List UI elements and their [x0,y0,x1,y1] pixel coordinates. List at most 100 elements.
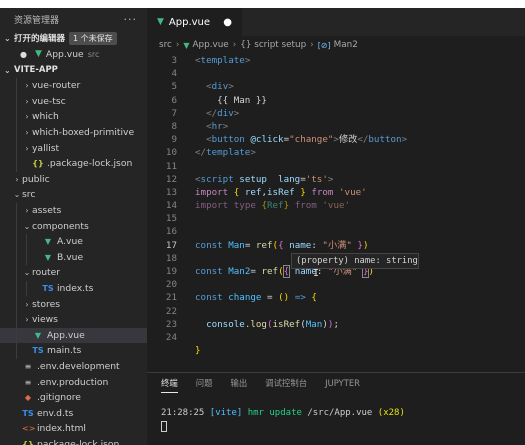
explorer-header: 资源管理器 ··· [0,8,147,30]
indent-guide [16,311,17,328]
tree-item[interactable]: › which-boxed-primitive [0,124,147,141]
terminal-message: hmr update [247,408,302,418]
indent-guide [16,78,17,94]
indent-guide [16,93,17,110]
indent-guide [16,343,17,359]
code-line: <button @click="change">修改</button> [206,134,408,146]
code-lines[interactable]: <template> <div> {{ Man }} </div> <hr> <… [195,54,525,357]
breadcrumb-symbol[interactable]: Man2 [334,40,358,50]
tree-item[interactable]: ≡ .env.development [0,359,147,375]
line-number: 23 [165,318,177,330]
tree-item[interactable]: ⌄ components [0,218,147,234]
chevron-right-icon: › [25,112,29,122]
project-section[interactable]: ⌄ VITE-APP [0,62,147,78]
terminal-time: 21:28:25 [161,408,205,418]
tree-item[interactable]: › public [0,172,147,188]
chevron-down-icon: ⌄ [13,190,21,200]
tree-item[interactable]: › vue-router [0,78,147,94]
ts-file-icon: TS [42,284,54,294]
tree-item[interactable]: › which [0,109,147,125]
code-line: const change = () => { [195,292,317,304]
chevron-right-icon: › [25,143,29,153]
line-number: 10 [165,147,177,159]
tree-item[interactable]: ▼ B.vue [0,249,147,266]
tree-item-label: vue-tsc [32,95,66,107]
tree-item[interactable]: {} .package-lock.json [0,155,147,172]
tree-item-label: .env.production [37,376,109,388]
tree-item[interactable]: ⌄ router [0,265,147,281]
panel-tab[interactable]: 终端 [161,373,178,393]
tree-item[interactable]: › stores [0,296,147,312]
tree-item[interactable]: › vue-tsc [0,93,147,110]
panel-tab[interactable]: 调试控制台 [265,373,307,393]
hover-tooltip: (property) name: string [291,253,419,269]
unsaved-dot-icon[interactable]: ● [20,50,27,59]
open-editor-dir: src [87,49,100,59]
indent-guide [26,280,27,297]
gitig-file-icon: ◆ [24,393,32,403]
tab-bar: ▼ App.vue ● [147,8,525,36]
tree-item[interactable]: › views [0,311,147,328]
chevron-right-icon: › [310,40,314,50]
chevron-down-icon: ⌄ [23,268,31,278]
line-number: 8 [171,120,177,132]
json-file-icon: {} [32,159,44,169]
tree-item[interactable]: TS index.ts [0,280,147,297]
tree-item[interactable]: {} package-lock.json [0,437,147,445]
breadcrumb-src[interactable]: src [159,40,172,50]
panel-tab[interactable]: JUPYTER [325,373,360,393]
line-number: 24 [165,331,177,343]
breadcrumb-scope[interactable]: {} script setup [240,40,306,50]
tree-item[interactable]: TS env.d.ts [0,405,147,421]
tree-item[interactable]: › yallist [0,140,147,156]
tree-item-label: package-lock.json [37,438,120,445]
tree-item[interactable]: ⌄ src [0,187,147,203]
line-number-gutter: 3 4 5 6 7 8 9 10 11 12 13 14 15 16 17 18 19 20 21 22 23 24 [147,54,179,344]
tree-item[interactable]: ≡ .env.production [0,374,147,390]
indent-guide [26,233,27,250]
indent-guide [16,202,17,219]
tree-item[interactable]: ◆ .gitignore [0,390,147,406]
open-editors-section[interactable]: ⌄ 打开的编辑器 1 个未保存 [0,30,147,46]
explorer-sidebar: 资源管理器 ··· ⌄ 打开的编辑器 1 个未保存 ● ▼ App.vue sr… [0,8,147,445]
line-number: 18 [165,252,177,264]
tree-item[interactable]: ▼ A.vue [0,233,147,250]
chevron-down-icon: ⌄ [4,65,11,75]
tree-item[interactable]: TS main.ts [0,343,147,359]
code-line: {{ Man }} [217,94,267,106]
panel-tabs: 终端 问题 输出 调试控制台 JUPYTER [147,373,525,393]
vue-file-icon: ▼ [44,237,52,247]
terminal-output[interactable]: 21:28:25 [vite] hmr update /src/App.vue … [161,407,405,432]
tab-app-vue[interactable]: ▼ App.vue ● [147,8,242,36]
indent-guide [16,124,17,141]
chevron-down-icon: ⌄ [4,33,11,43]
unsaved-badge: 1 个未保存 [69,31,117,45]
ts-file-icon: TS [32,346,44,356]
panel-tab[interactable]: 问题 [196,373,213,393]
chevron-down-icon: ⌄ [23,221,31,231]
chevron-right-icon: › [25,81,29,91]
tree-item-label: stores [32,298,61,310]
line-number: 7 [171,107,177,119]
breadcrumb-file[interactable]: App.vue [193,40,229,50]
open-editor-item[interactable]: ● ▼ App.vue src [0,46,147,62]
line-number: 20 [165,279,177,291]
chevron-right-icon: › [25,299,29,309]
line-number: 5 [171,81,177,93]
more-actions-icon[interactable]: ··· [124,13,138,26]
indent-guide [16,218,17,234]
line-number: 11 [165,160,177,172]
tree-item[interactable]: › assets [0,202,147,219]
indent-guide [16,280,17,297]
panel-tab[interactable]: 输出 [231,373,248,393]
line-number: 6 [171,94,177,106]
chevron-right-icon: › [15,174,19,184]
tree-item[interactable]: <> index.html [0,421,147,437]
code-editor[interactable]: 3 4 5 6 7 8 9 10 11 12 13 14 15 16 17 18 19 20 21 22 23 24 <t… [147,54,525,372]
vue-file-icon: ▼ [34,49,42,59]
unsaved-dot-icon[interactable]: ● [223,17,232,28]
tree-item[interactable]: ▼ App.vue [0,327,147,344]
